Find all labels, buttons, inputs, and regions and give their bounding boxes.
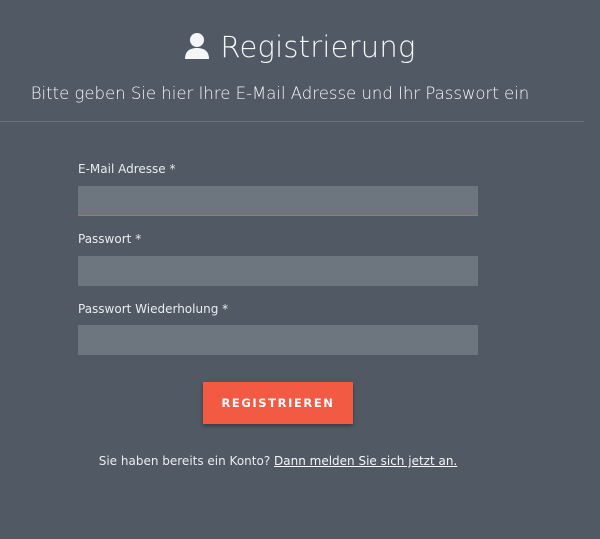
password-repeat-required-mark: * [222, 302, 229, 316]
login-link[interactable]: Dann melden Sie sich jetzt an. [274, 454, 457, 468]
password-field[interactable] [78, 256, 478, 286]
user-icon [184, 32, 210, 62]
password-repeat-label-text: Passwort Wiederholung [78, 302, 219, 316]
login-prompt: Sie haben bereits ein Konto? Dann melden… [0, 454, 556, 468]
email-label-text: E-Mail Adresse [78, 162, 166, 176]
password-repeat-label: Passwort Wiederholung * [78, 302, 228, 316]
title-row: Registrierung [0, 24, 600, 70]
email-label: E-Mail Adresse * [78, 162, 175, 176]
password-label: Passwort * [78, 232, 141, 246]
password-label-text: Passwort [78, 232, 132, 246]
email-field[interactable] [78, 186, 478, 216]
header-divider [0, 121, 584, 122]
register-button[interactable]: REGISTRIEREN [203, 382, 353, 424]
page-title: Registrierung [220, 30, 416, 64]
page-subtitle: Bitte geben Sie hier Ihre E-Mail Adresse… [30, 84, 530, 103]
password-repeat-field[interactable] [78, 325, 478, 355]
email-required-mark: * [169, 162, 176, 176]
page-header: Registrierung Bitte geben Sie hier Ihre … [0, 0, 600, 122]
login-prompt-text: Sie haben bereits ein Konto? [98, 454, 271, 468]
password-required-mark: * [135, 232, 142, 246]
